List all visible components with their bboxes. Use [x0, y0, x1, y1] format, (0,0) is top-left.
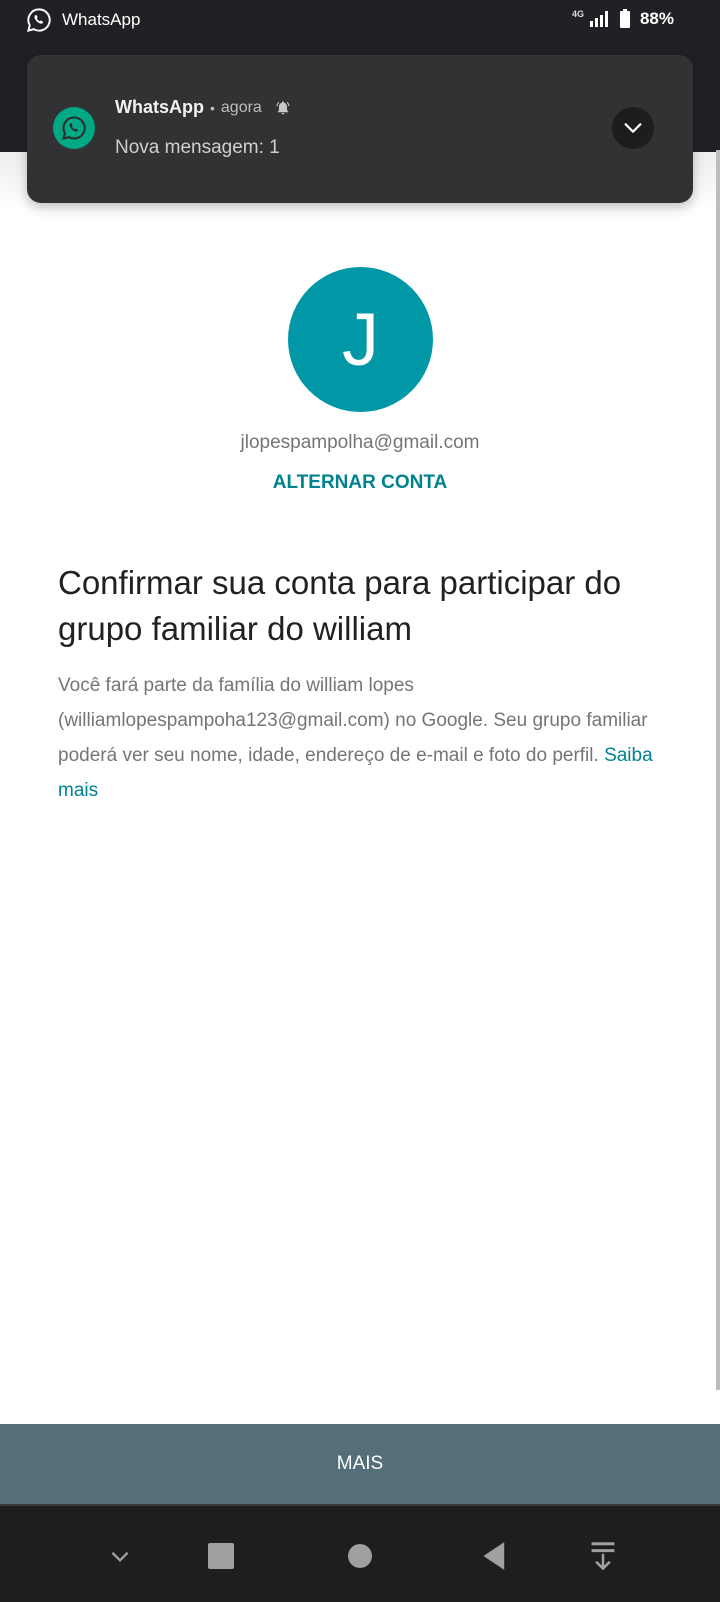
expand-notification-button[interactable] [612, 107, 654, 149]
pull-down-notifications-icon [591, 1542, 615, 1571]
chevron-down-icon [111, 1551, 129, 1563]
page-title: Confirmar sua conta para participar do g… [58, 564, 622, 647]
description-text: Você fará parte da família do william lo… [58, 675, 648, 766]
family-group-description: Você fará parte da família do william lo… [58, 668, 678, 808]
switch-account-button[interactable]: ALTERNAR CONTA [0, 472, 720, 494]
more-button[interactable]: MAIS [0, 1424, 720, 1504]
avatar-initial: J [342, 298, 379, 381]
navigation-bar [0, 1504, 720, 1602]
battery-percent: 88% [639, 9, 674, 28]
notification-time: agora [220, 98, 262, 116]
account-avatar: J [288, 267, 433, 412]
nav-pull-down-button[interactable] [583, 1536, 623, 1576]
account-email: jlopespampolha@gmail.com [240, 432, 480, 453]
circle-icon [348, 1544, 372, 1568]
signal-icon [589, 11, 608, 27]
scrollbar[interactable] [716, 150, 720, 1390]
whatsapp-icon [27, 8, 51, 32]
separator-dot: • [210, 99, 215, 116]
more-label: MAIS [336, 1453, 384, 1474]
status-app-name: WhatsApp [62, 10, 141, 29]
nav-collapse-button[interactable] [100, 1536, 140, 1576]
status-indicators: 4G 88% [571, 8, 674, 29]
notification-card[interactable]: WhatsApp • agora Nova mensagem: 1 [27, 55, 693, 203]
notification-header: WhatsApp • agora [115, 97, 292, 118]
status-bar: WhatsApp 4G 88% [0, 0, 720, 42]
nav-home-button[interactable] [340, 1536, 380, 1576]
back-triangle-icon [483, 1542, 505, 1570]
battery-icon [619, 8, 630, 28]
notification-app-name: WhatsApp [115, 97, 204, 117]
whatsapp-notification-icon [53, 107, 95, 149]
nav-back-button[interactable] [475, 1536, 515, 1576]
notification-message: Nova mensagem: 1 [115, 137, 280, 158]
nav-recents-button[interactable] [201, 1536, 241, 1576]
bell-ringing-icon [276, 100, 290, 114]
square-icon [208, 1543, 234, 1569]
network-type: 4G [571, 9, 584, 19]
chevron-down-icon [624, 123, 642, 133]
